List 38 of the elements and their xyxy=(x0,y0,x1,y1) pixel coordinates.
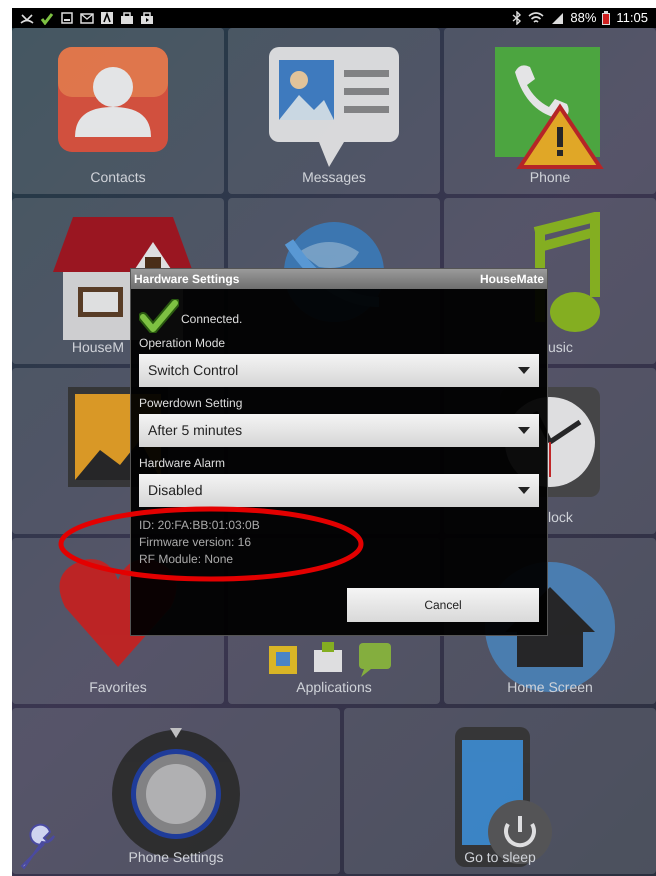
tile-label[interactable]: usic xyxy=(548,337,573,358)
tile-label[interactable]: Contacts xyxy=(90,167,146,188)
tile-label[interactable]: Favorites xyxy=(89,677,147,698)
info-text: ID: 20:FA:BB:01:03:0B xyxy=(139,517,261,534)
wifi-icon xyxy=(528,11,544,25)
image-icon xyxy=(60,11,74,25)
tile-label[interactable]: Phone xyxy=(530,167,570,188)
connection-status: Connected. xyxy=(181,311,242,328)
tile-label[interactable]: Messages xyxy=(302,167,366,188)
mail-icon xyxy=(80,11,94,25)
tile-label[interactable]: HouseM xyxy=(72,337,124,358)
checkmark-icon xyxy=(40,11,54,25)
font-icon xyxy=(100,11,114,25)
info-text: Firmware version: 16 xyxy=(139,534,252,551)
dropdown-caret-icon xyxy=(518,366,530,374)
clock-time: 11:05 xyxy=(616,9,648,28)
dropdown-field[interactable]: Switch Control xyxy=(139,354,539,387)
dialog-title: Hardware Settings xyxy=(134,271,240,288)
bluetooth-icon xyxy=(512,11,522,25)
signal-icon xyxy=(550,11,564,25)
bag-icon xyxy=(120,11,134,25)
battery-icon xyxy=(602,11,610,25)
tile-label[interactable]: Phone Settings xyxy=(128,847,224,868)
tile-label[interactable]: Go to sleep xyxy=(464,847,536,868)
dropdown-caret-icon xyxy=(518,426,530,434)
play-bag-icon xyxy=(140,11,154,25)
cancel-button[interactable]: Cancel xyxy=(347,588,539,622)
tile-label[interactable]: lock xyxy=(548,507,573,528)
battery-percent: 88% xyxy=(570,9,596,28)
checkmark-icon xyxy=(139,299,179,333)
info-text: RF Module: None xyxy=(139,551,234,568)
setting-label: Hardware Alarm xyxy=(139,455,226,472)
dropdown-field[interactable]: Disabled xyxy=(139,474,539,507)
dropdown-field[interactable]: After 5 minutes xyxy=(139,414,539,447)
setting-label: Powerdown Setting xyxy=(139,395,244,412)
app-name: HouseMate xyxy=(480,271,544,288)
setting-label: Operation Mode xyxy=(139,335,226,352)
tile-label[interactable]: Applications xyxy=(296,677,372,698)
